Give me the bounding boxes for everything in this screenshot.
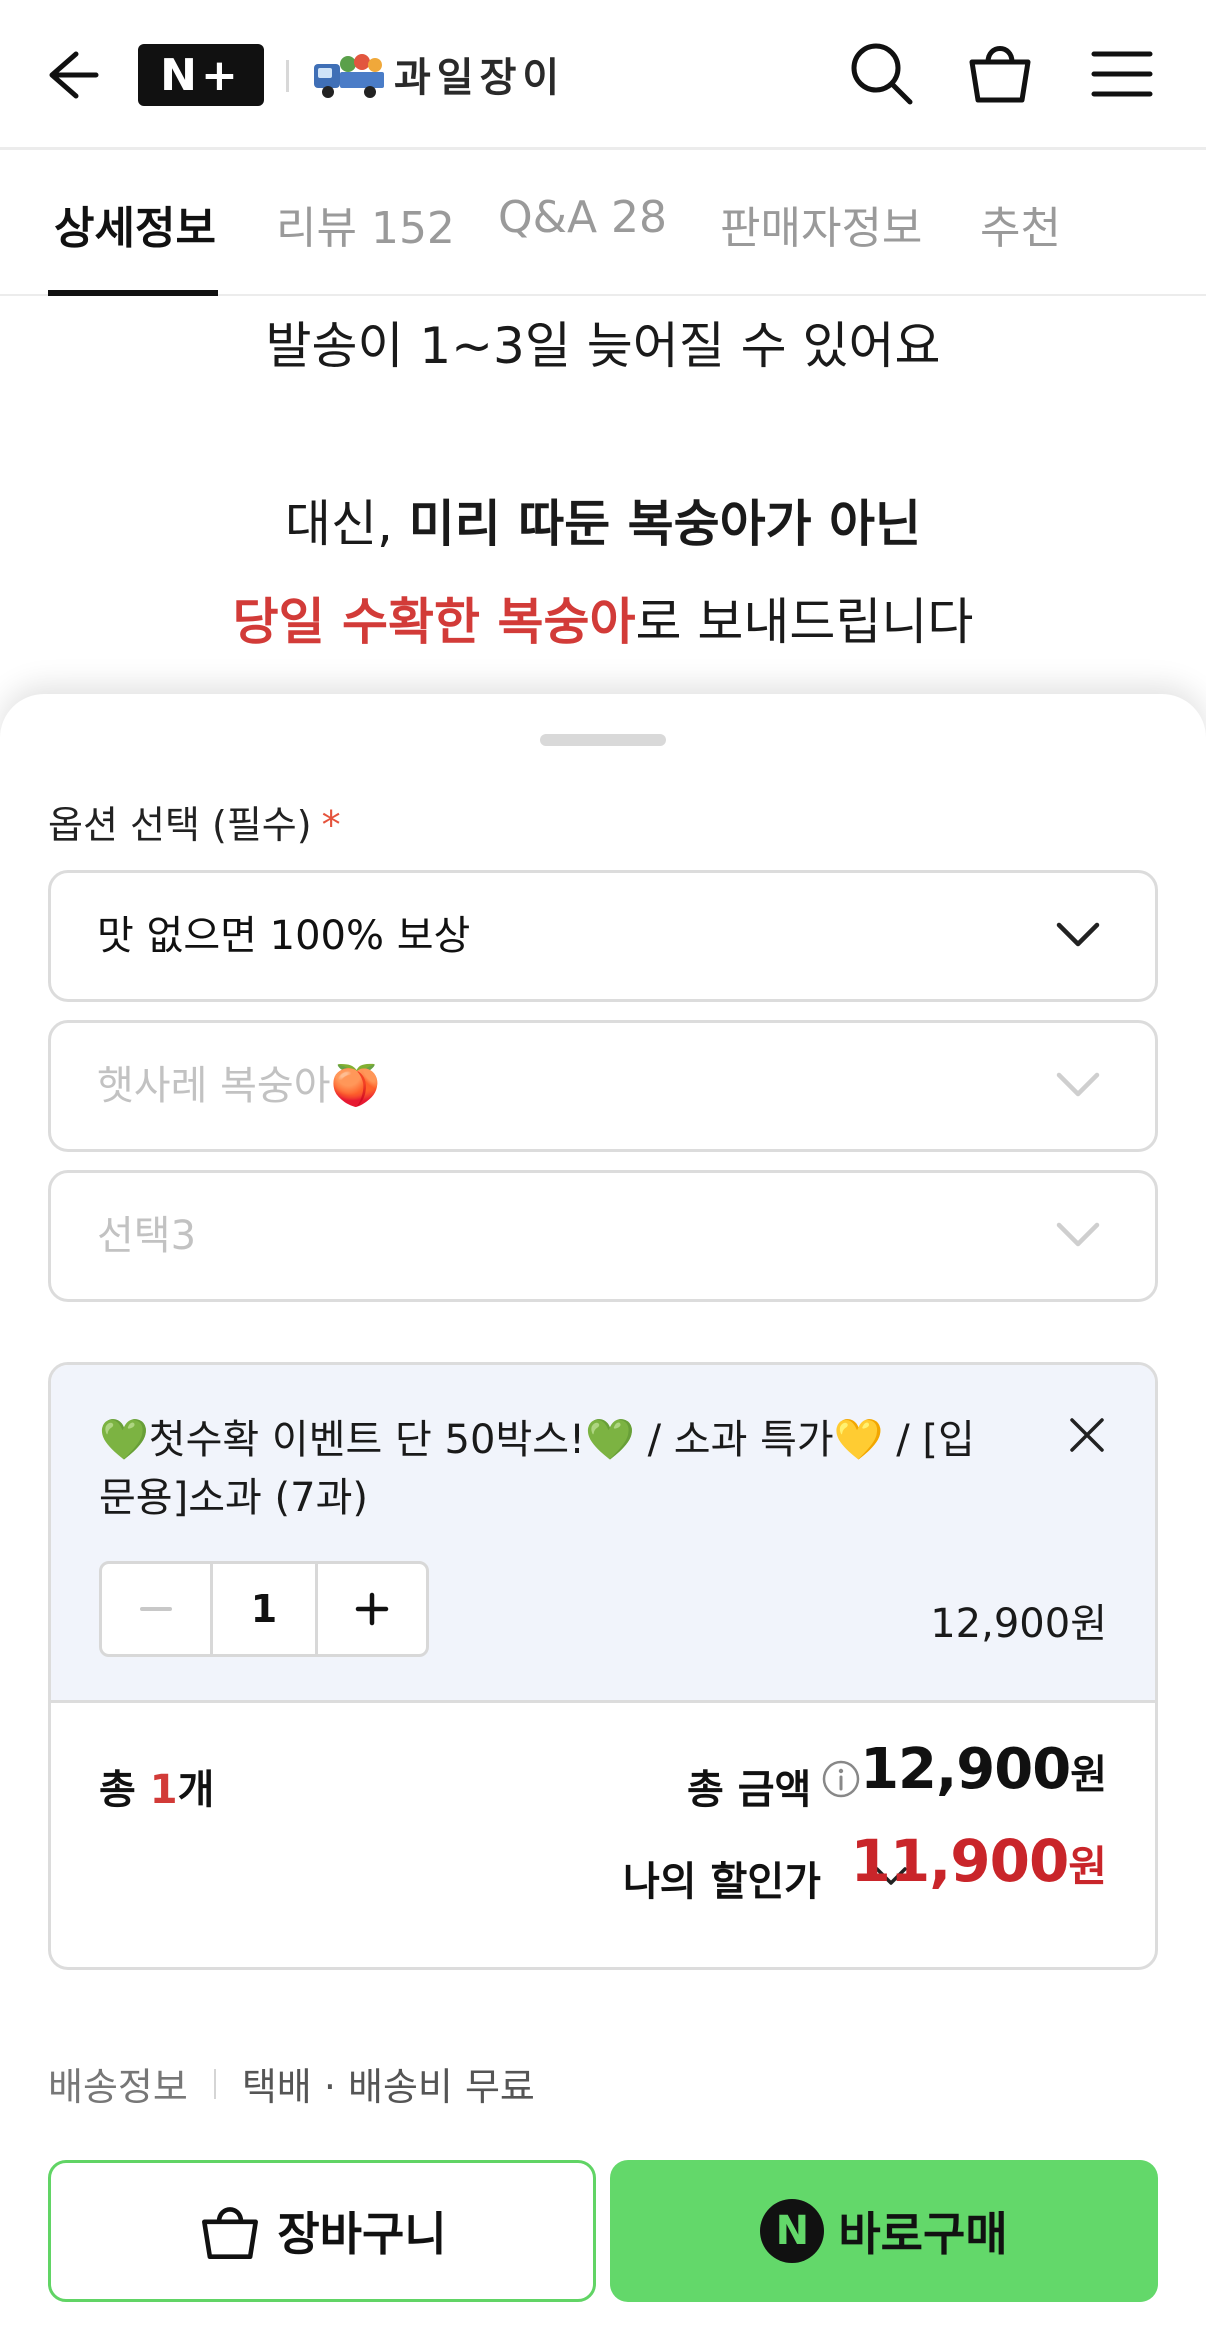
option-select-1-value: 맛 없으면 100% 보상: [97, 913, 471, 959]
detail-line-2-prefix: 대신,: [284, 495, 409, 553]
total-count-prefix: 총: [99, 1767, 150, 1813]
total-count: 총 1개: [99, 1757, 214, 1815]
detail-line-2-bold: 미리 따둔 복숭아가 아닌: [408, 495, 922, 553]
tab-reviews[interactable]: 리뷰 152: [276, 192, 455, 256]
shopping-bag-icon[interactable]: [964, 36, 1036, 108]
selected-item-price: 12,900원: [930, 1601, 1107, 1647]
npay-icon: N: [760, 2199, 825, 2263]
info-icon[interactable]: [821, 1759, 861, 1799]
shipping-value: 택배 · 배송비 무료: [241, 2065, 535, 2109]
tab-bar: 상세정보 리뷰 152 Q&A 28 판매자정보 추천: [0, 150, 1206, 296]
option-select-2-value: 햇사레 복숭아🍑: [97, 1063, 381, 1109]
store-logo[interactable]: 과일장이: [312, 42, 565, 106]
my-discount-label[interactable]: 나의 할인가: [623, 1849, 821, 1907]
tab-seller-info[interactable]: 판매자정보: [720, 192, 922, 256]
shipping-info: 배송정보 택배 · 배송비 무료: [48, 2056, 535, 2111]
tab-recommend[interactable]: 추천: [980, 192, 1061, 256]
shipping-divider: [213, 2068, 216, 2099]
detail-line-2: 대신, 미리 따둔 복숭아가 아닌: [0, 484, 1206, 556]
total-amount-label: 총 금액: [687, 1767, 812, 1813]
my-discount-price: 11,900원: [851, 1827, 1107, 1895]
truck-icon: [314, 54, 384, 98]
product-page: N+ 과일장이 상세정보 리뷰 152 Q&A 28 판매자정보 추천 발송이 …: [0, 0, 1206, 2334]
decrease-button[interactable]: [102, 1564, 210, 1654]
buy-now-label: 바로구매: [838, 2207, 1008, 2261]
top-header: N+ 과일장이: [0, 0, 1206, 150]
option-title-text: 옵션 선택 (필수): [48, 803, 312, 847]
chevron-down-icon: [1056, 922, 1100, 947]
detail-line-3-rest: 로 보내드립니다: [635, 593, 974, 651]
selected-item-name: 💚첫수확 이벤트 단 50박스!💚 / 소과 특가💛 / [입문용]소과 (7과…: [99, 1417, 975, 1521]
option-select-2[interactable]: 햇사레 복숭아🍑: [48, 1020, 1158, 1152]
hamburger-menu-icon[interactable]: [1090, 40, 1154, 108]
selected-item: 💚첫수확 이벤트 단 50박스!💚 / 소과 특가💛 / [입문용]소과 (7과…: [51, 1365, 1155, 1703]
brand-badge[interactable]: N+: [138, 44, 264, 106]
detail-notice: 발송이 1~3일 늦어질 수 있어요: [265, 317, 941, 375]
minus-icon: [140, 1607, 172, 1611]
detail-line-3: 당일 수확한 복숭아로 보내드립니다: [0, 582, 1206, 654]
discount-amount-value: 11,900: [850, 1827, 1070, 1895]
plus-icon: [355, 1592, 389, 1626]
option-select-3[interactable]: 선택3: [48, 1170, 1158, 1302]
required-mark: *: [321, 803, 341, 847]
total-amount-value: 12,900: [860, 1737, 1071, 1802]
option-select-3-value: 선택3: [97, 1213, 197, 1259]
add-to-cart-label: 장바구니: [277, 2207, 447, 2261]
arrow-left-icon[interactable]: [40, 40, 100, 110]
shopping-bag-icon: [202, 2207, 259, 2259]
detail-line-3-highlight: 당일 수확한 복숭아: [232, 593, 636, 651]
option-select-1[interactable]: 맛 없으면 100% 보상: [48, 870, 1158, 1002]
shipping-label: 배송정보: [48, 2065, 188, 2109]
sheet-drag-handle[interactable]: [540, 734, 666, 746]
quantity-value[interactable]: 1: [210, 1564, 318, 1654]
tab-qna[interactable]: Q&A 28: [498, 192, 667, 243]
selected-item-box: 💚첫수확 이벤트 단 50박스!💚 / 소과 특가💛 / [입문용]소과 (7과…: [48, 1362, 1158, 1970]
total-count-number: 1: [149, 1767, 178, 1813]
increase-button[interactable]: [318, 1564, 426, 1654]
purchase-bottom-sheet: 옵션 선택 (필수) * 맛 없으면 100% 보상 햇사레 복숭아🍑 선택3 💚…: [0, 694, 1206, 2334]
option-title: 옵션 선택 (필수) *: [48, 794, 341, 849]
chevron-down-icon: [1056, 1222, 1100, 1247]
search-icon[interactable]: [846, 38, 918, 110]
buy-now-button[interactable]: N 바로구매: [610, 2160, 1158, 2302]
header-divider: [286, 60, 289, 92]
tab-detail[interactable]: 상세정보: [54, 192, 216, 256]
quantity-stepper: 1: [99, 1561, 429, 1657]
product-detail-content: 발송이 1~3일 늦어질 수 있어요 대신, 미리 따둔 복숭아가 아닌 당일 …: [0, 296, 1206, 716]
total-amount: 12,900원: [860, 1737, 1107, 1802]
total-count-suffix: 개: [177, 1767, 215, 1813]
chevron-down-icon: [1056, 1072, 1100, 1097]
discount-amount-unit: 원: [1068, 1842, 1107, 1891]
total-amount-unit: 원: [1070, 1752, 1107, 1798]
close-icon[interactable]: [1067, 1415, 1107, 1455]
store-name: 과일장이: [394, 55, 566, 101]
add-to-cart-button[interactable]: 장바구니: [48, 2160, 596, 2302]
